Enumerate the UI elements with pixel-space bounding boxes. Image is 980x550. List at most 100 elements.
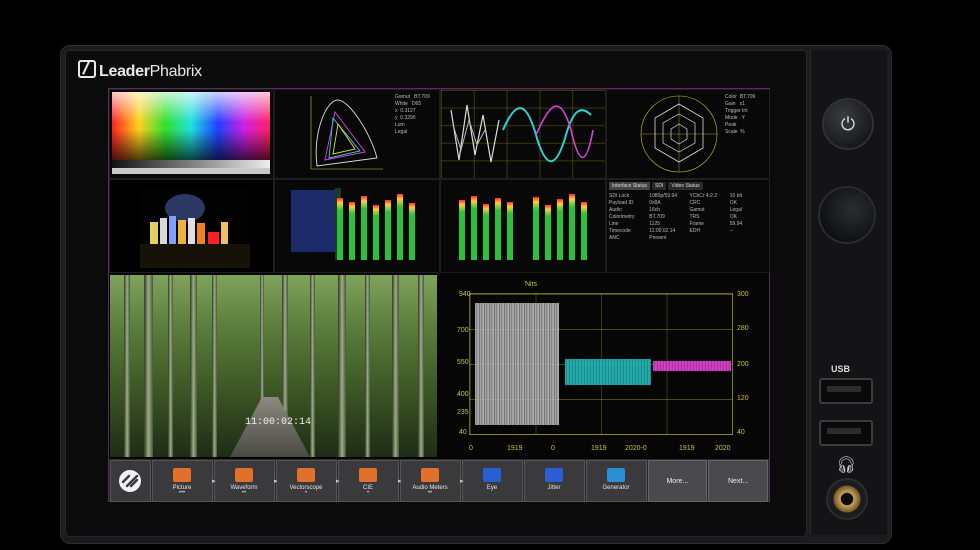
submenu-arrow-icon: ▸ (459, 478, 464, 485)
rotary-knob[interactable] (818, 186, 876, 244)
audio-meter-bar (483, 204, 489, 260)
next-button[interactable]: Next... (708, 460, 768, 502)
jitter-icon (545, 467, 563, 482)
vectorscope-pane[interactable]: Color BT.709 Gain x1 Trigger Int Mode Y … (606, 89, 770, 179)
status-cell: 1080p/59.94 (649, 193, 678, 199)
toolbar-cie-button[interactable]: CIE • ▸ (337, 460, 402, 502)
picture-icon (173, 467, 191, 482)
audio-meters-icon (421, 467, 439, 482)
picture-timecode: 11:00:02:14 (245, 417, 312, 428)
toolbar-button-label: Eye (486, 484, 498, 491)
usb-port-2[interactable] (819, 420, 873, 446)
wave-bottom-tick: 0 (469, 445, 473, 452)
status-cell: 1125 (649, 221, 661, 227)
power-button[interactable]: ⏻ (822, 98, 874, 150)
wave-right-tick: 280 (737, 325, 749, 332)
audio-meter-bar (507, 202, 513, 260)
toolbar-page-dots: • (366, 489, 370, 496)
audio-meter-bar (409, 203, 415, 260)
headphone-jack[interactable] (826, 478, 868, 520)
status-tab-sdi[interactable]: SDI (652, 182, 667, 190)
toolbar-page-dots: •• (241, 489, 247, 496)
status-cell: OK (729, 200, 737, 206)
wave-bottom-tick: 2020-0 (625, 445, 647, 452)
status-cell: TRS (689, 214, 700, 220)
toolbar-button-label: Generator (602, 484, 630, 491)
bottles-thumbnail (140, 188, 250, 268)
toolbar-page-dots: •• (427, 489, 433, 496)
status-cell: ANC (609, 235, 620, 241)
status-cell: Legal (729, 207, 742, 213)
toolbar-jitter-button[interactable]: Jitter (523, 460, 585, 502)
wave-left-tick: 235 (457, 409, 469, 416)
vectorscope-graticule (640, 95, 718, 173)
wave-bottom-tick: 1919 (679, 445, 695, 452)
audio-meter-bar (385, 200, 391, 260)
cie-icon (359, 467, 377, 482)
toolbar-picture-button[interactable]: Picture ••• ▸ (151, 460, 216, 502)
wave-right-tick: 120 (737, 395, 749, 402)
status-cell: 11:00:02:14 (649, 228, 676, 234)
audio-meter-bar (495, 198, 501, 260)
audio-meter-bar (361, 196, 367, 260)
forest-picture-pane[interactable]: 11:00:02:14 (110, 275, 437, 457)
wave-bottom-tick: 1919 (591, 445, 607, 452)
cie-pane[interactable]: Gamut BT.709 White D65 x 0.3127 y 0.3290… (274, 89, 440, 179)
waveform-small-pane[interactable] (440, 89, 606, 179)
toolbar-waveform-button[interactable]: Waveform •• ▸ (213, 460, 278, 502)
waveform-large-pane[interactable]: 940 700 550 400 235 40 300 280 200 120 4… (439, 275, 767, 457)
status-cell: 10 bit (729, 193, 742, 199)
status-tab-interface[interactable]: Interface Status (609, 182, 651, 190)
vectorscope-info-text: Color BT.709 Gain x1 Trigger Int Mode Y … (725, 94, 756, 135)
toolbar-generator-button[interactable]: Generator (585, 460, 647, 502)
wave-left-tick: 700 (457, 327, 469, 334)
bottles-picture-pane[interactable] (109, 179, 274, 273)
more-button[interactable]: More... (647, 460, 708, 502)
power-icon: ⏻ (840, 113, 856, 134)
status-cell: Timecode (609, 228, 631, 234)
audio-meters-pane-2[interactable] (440, 179, 606, 273)
status-cell: SDI Lock (609, 193, 630, 199)
status-cell: YCbCr 4:2:2 (689, 193, 718, 199)
waveform-luma-trace (475, 303, 559, 425)
more-button-label: More... (666, 477, 689, 485)
toolbar-eye-button[interactable]: Eye (461, 460, 523, 502)
status-cell: Present (649, 235, 667, 241)
waveform-small-trace (450, 104, 594, 163)
bottom-toolbar: Picture ••• ▸ Waveform •• ▸ Vectorscope • ▸ CIE • ▸… (109, 459, 769, 502)
submenu-arrow-icon: ▸ (211, 478, 216, 485)
status-cell: 59.94 (729, 221, 743, 227)
submenu-arrow-icon: ▸ (397, 478, 402, 485)
status-pane[interactable]: Interface Status SDI Video Status SDI Lo… (606, 179, 770, 273)
waveform-icon (235, 467, 253, 482)
audio-meter-bar (349, 202, 355, 260)
status-rows: SDI Lock 1080p/59.94 YCbCr 4:2:2 10 bit Payl… (609, 193, 767, 241)
usb-port-1[interactable] (819, 378, 873, 404)
toolbar-page-dots: • (304, 489, 308, 496)
submenu-arrow-icon: ▸ (273, 478, 278, 485)
waveform-magenta-trace (653, 361, 731, 371)
toolbar-page-dots: ••• (178, 489, 186, 496)
wave-left-tick: 550 (457, 359, 469, 366)
generator-icon (607, 467, 625, 482)
audio-meter-bar (533, 197, 539, 260)
toolbar-vectorscope-button[interactable]: Vectorscope • ▸ (275, 460, 340, 502)
audio-meters-pane-1[interactable] (274, 179, 440, 273)
colorbars-pane[interactable] (109, 89, 274, 179)
status-cell: 0x8A (649, 200, 661, 206)
wave-right-tick: 200 (737, 361, 749, 368)
wave-left-tick: 400 (457, 391, 469, 398)
audio-meter-bar (545, 205, 551, 260)
toolbar-audio-meters-button[interactable]: Audio Meters •• ▸ (399, 460, 464, 502)
usb-label: USB (831, 364, 851, 374)
waveform-cyan-trace (565, 359, 651, 385)
home-button[interactable] (110, 460, 151, 502)
headphones-icon: 🎧︎ (836, 457, 857, 474)
audio-meter-bar (373, 205, 379, 260)
status-cell: CRC (689, 200, 701, 206)
wave-right-tick: 40 (737, 429, 745, 436)
status-cell: Colorimetry (609, 214, 635, 220)
audio-meter-bar (471, 196, 477, 260)
wave-right-tick: 300 (737, 291, 749, 298)
status-tab-video[interactable]: Video Status (668, 182, 703, 190)
